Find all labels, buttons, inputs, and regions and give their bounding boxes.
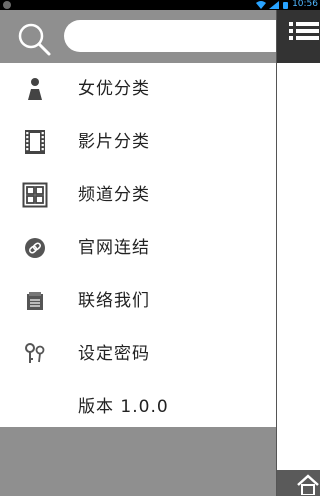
- drawer-footer: [0, 427, 276, 496]
- key-icon: [25, 343, 45, 363]
- menu-item-label: 频道分类: [78, 185, 150, 205]
- menu-item-official-site-link[interactable]: 官网连结: [0, 222, 276, 275]
- status-bar: 10:56: [0, 0, 320, 10]
- menu-list-icon[interactable]: [289, 20, 319, 42]
- menu-item-label: 设定密码: [78, 344, 150, 364]
- menu-item-label: 影片分类: [78, 132, 150, 152]
- menu-item-contact-us[interactable]: 联络我们: [0, 275, 276, 328]
- drawer-menu: 女优分类 影片分类 频道分类 官网连结 联络我们 设定密码 版本 1.0.0: [0, 63, 276, 434]
- person-icon: [28, 78, 42, 100]
- menu-item-actress-category[interactable]: 女优分类: [0, 63, 276, 116]
- drawer-header: [0, 10, 284, 63]
- menu-item-set-password[interactable]: 设定密码: [0, 328, 276, 381]
- main-content-area: [277, 10, 320, 496]
- home-icon[interactable]: [296, 473, 320, 495]
- menu-item-label: 官网连结: [78, 238, 150, 258]
- search-icon[interactable]: [16, 21, 52, 57]
- contact-icon: [27, 292, 43, 310]
- battery-icon: [283, 2, 288, 9]
- search-input[interactable]: [64, 20, 284, 52]
- wifi-icon: [256, 1, 266, 9]
- menu-item-movie-category[interactable]: 影片分类: [0, 116, 276, 169]
- film-icon: [25, 130, 45, 154]
- status-time: 10:56: [292, 0, 318, 9]
- menu-item-label: 联络我们: [78, 291, 150, 311]
- link-icon: [25, 238, 45, 258]
- menu-item-label: 女优分类: [78, 79, 150, 99]
- navigation-drawer: 女优分类 影片分类 频道分类 官网连结 联络我们 设定密码 版本 1.0.0: [0, 10, 284, 496]
- signal-icon: [269, 1, 279, 9]
- menu-item-channel-category[interactable]: 频道分类: [0, 169, 276, 222]
- grid-icon: [22, 182, 48, 208]
- notification-icon: [3, 1, 11, 9]
